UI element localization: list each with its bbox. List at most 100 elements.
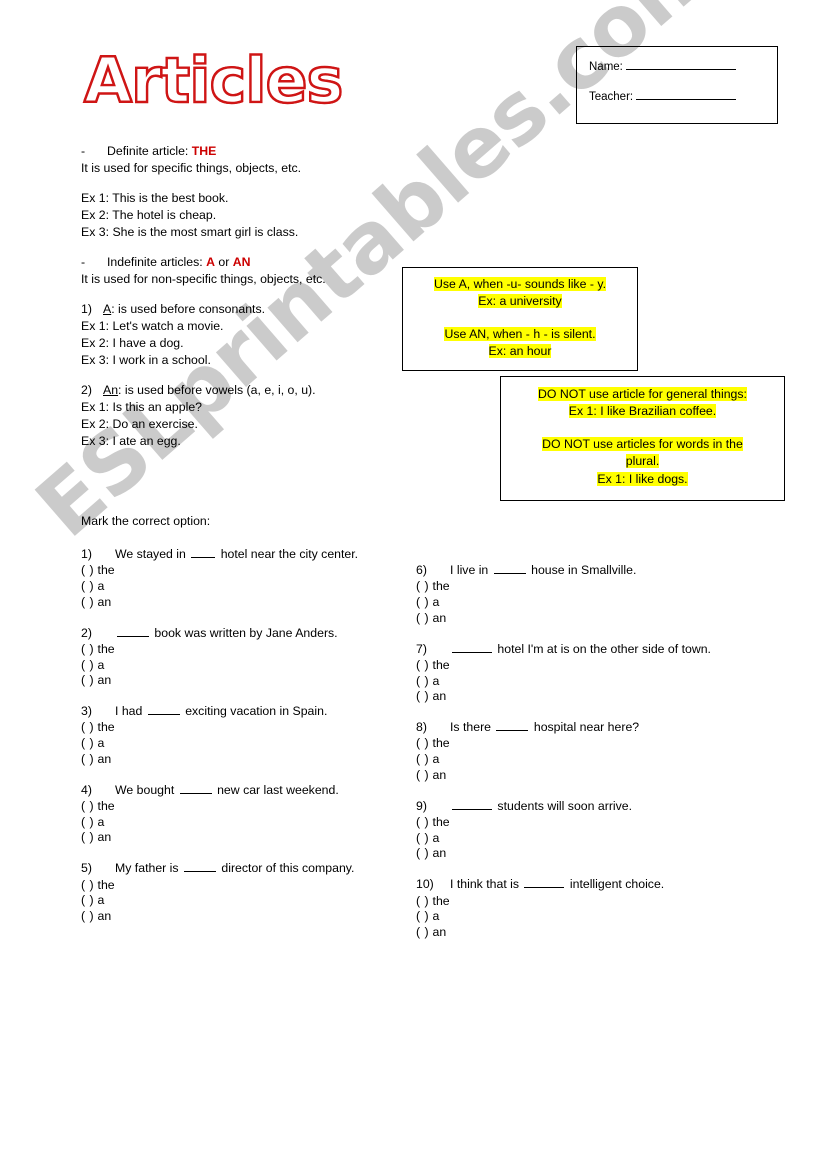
- answer-option[interactable]: ( ) the: [416, 815, 728, 831]
- option-checkbox-parens[interactable]: ( ): [81, 893, 94, 907]
- option-checkbox-parens[interactable]: ( ): [416, 909, 429, 923]
- option-checkbox-parens[interactable]: ( ): [416, 658, 429, 672]
- answer-option[interactable]: ( ) the: [81, 642, 393, 658]
- answer-option[interactable]: ( ) a: [416, 831, 728, 847]
- answer-option[interactable]: ( ) a: [81, 579, 393, 595]
- question-text-after-blank: book was written by Jane Anders.: [151, 625, 338, 640]
- option-checkbox-parens[interactable]: ( ): [81, 673, 94, 687]
- answer-option[interactable]: ( ) the: [416, 894, 728, 910]
- option-checkbox-parens[interactable]: ( ): [81, 909, 94, 923]
- question-item: 5) My father is director of this company.…: [81, 860, 393, 925]
- answer-option[interactable]: ( ) an: [81, 673, 393, 689]
- option-checkbox-parens[interactable]: ( ): [416, 595, 429, 609]
- answer-option[interactable]: ( ) a: [81, 736, 393, 752]
- answer-option[interactable]: ( ) a: [416, 595, 728, 611]
- option-checkbox-parens[interactable]: ( ): [416, 768, 429, 782]
- answer-option[interactable]: ( ) the: [416, 579, 728, 595]
- answer-option[interactable]: ( ) a: [416, 752, 728, 768]
- rule-1-example-1: Ex 1: Let's watch a movie.: [81, 318, 224, 333]
- answer-option[interactable]: ( ) an: [81, 752, 393, 768]
- option-checkbox-parens[interactable]: ( ): [416, 831, 429, 845]
- question-number: 3): [81, 704, 92, 719]
- answer-blank[interactable]: [452, 799, 492, 810]
- answer-option[interactable]: ( ) the: [81, 563, 393, 579]
- rule-2-example-1: Ex 1: Is this an apple?: [81, 399, 202, 414]
- question-text-after-blank: students will soon arrive.: [494, 798, 633, 813]
- answer-option[interactable]: ( ) a: [416, 674, 728, 690]
- answer-blank[interactable]: [524, 877, 565, 889]
- option-checkbox-parens[interactable]: ( ): [416, 674, 429, 688]
- answer-option[interactable]: ( ) the: [81, 878, 393, 894]
- option-checkbox-parens[interactable]: ( ): [416, 689, 429, 703]
- definite-heading-prefix: Definite article:: [107, 144, 192, 158]
- option-checkbox-parens[interactable]: ( ): [81, 736, 94, 750]
- answer-option[interactable]: ( ) a: [81, 815, 393, 831]
- rule-1-example-2: Ex 2: I have a dog.: [81, 335, 184, 350]
- option-label: a: [94, 736, 105, 751]
- option-label: an: [429, 846, 447, 861]
- answer-option[interactable]: ( ) an: [81, 595, 393, 611]
- answer-blank[interactable]: [179, 783, 212, 794]
- option-label: the: [429, 736, 450, 751]
- option-checkbox-parens[interactable]: ( ): [81, 752, 94, 766]
- option-label: a: [429, 909, 440, 924]
- question-stem: 9) students will soon arrive.: [416, 798, 728, 814]
- answer-option[interactable]: ( ) an: [416, 768, 728, 784]
- option-checkbox-parens[interactable]: ( ): [416, 736, 429, 750]
- answer-blank[interactable]: [117, 626, 149, 637]
- answer-blank[interactable]: [493, 563, 526, 574]
- option-checkbox-parens[interactable]: ( ): [81, 878, 94, 892]
- question-text-before-blank: My father is: [115, 861, 182, 876]
- teacher-input-blank[interactable]: [636, 89, 737, 100]
- answer-blank[interactable]: [452, 642, 492, 653]
- tip2-line-4-text: plural.: [625, 454, 660, 469]
- answer-blank[interactable]: [183, 861, 216, 873]
- option-checkbox-parens[interactable]: ( ): [81, 579, 94, 593]
- answer-option[interactable]: ( ) the: [81, 720, 393, 736]
- answer-option[interactable]: ( ) an: [416, 689, 728, 705]
- option-checkbox-parens[interactable]: ( ): [81, 642, 94, 656]
- option-checkbox-parens[interactable]: ( ): [416, 579, 429, 593]
- student-info-box: Name: Teacher:: [576, 46, 778, 124]
- option-label: the: [429, 579, 450, 594]
- tip2-line-2: Ex 1: I like Brazilian coffee.: [501, 403, 784, 420]
- question-number: 5): [81, 861, 92, 876]
- answer-option[interactable]: ( ) the: [81, 799, 393, 815]
- answer-option[interactable]: ( ) an: [81, 909, 393, 925]
- option-checkbox-parens[interactable]: ( ): [81, 720, 94, 734]
- tip1-line-3: Use AN, when - h - is silent.: [403, 326, 637, 343]
- option-checkbox-parens[interactable]: ( ): [81, 563, 94, 577]
- option-checkbox-parens[interactable]: ( ): [416, 925, 429, 939]
- answer-option[interactable]: ( ) an: [416, 925, 728, 941]
- option-checkbox-parens[interactable]: ( ): [416, 815, 429, 829]
- option-checkbox-parens[interactable]: ( ): [416, 611, 429, 625]
- tip2-line-5-text: Ex 1: I like dogs.: [597, 471, 688, 486]
- answer-option[interactable]: ( ) an: [81, 830, 393, 846]
- answer-blank[interactable]: [147, 704, 180, 716]
- option-label: a: [429, 830, 440, 845]
- tip1-line-4: Ex: an hour: [403, 343, 637, 360]
- answer-option[interactable]: ( ) the: [416, 658, 728, 674]
- option-checkbox-parens[interactable]: ( ): [81, 595, 94, 609]
- question-number: 10): [416, 877, 434, 892]
- option-checkbox-parens[interactable]: ( ): [81, 815, 94, 829]
- name-input-blank[interactable]: [626, 59, 737, 70]
- option-checkbox-parens[interactable]: ( ): [416, 752, 429, 766]
- option-checkbox-parens[interactable]: ( ): [81, 799, 94, 813]
- indefinite-heading-prefix: Indefinite articles:: [107, 254, 207, 269]
- option-checkbox-parens[interactable]: ( ): [416, 894, 429, 908]
- answer-option[interactable]: ( ) the: [416, 736, 728, 752]
- answer-option[interactable]: ( ) a: [81, 893, 393, 909]
- option-checkbox-parens[interactable]: ( ): [416, 846, 429, 860]
- answer-option[interactable]: ( ) a: [416, 909, 728, 925]
- answer-option[interactable]: ( ) an: [416, 611, 728, 627]
- answer-blank[interactable]: [191, 547, 216, 558]
- rule-1-text: : is used before consonants.: [111, 301, 266, 316]
- option-checkbox-parens[interactable]: ( ): [81, 830, 94, 844]
- answer-blank[interactable]: [496, 720, 529, 732]
- option-checkbox-parens[interactable]: ( ): [81, 658, 94, 672]
- answer-option[interactable]: ( ) an: [416, 846, 728, 862]
- option-label: the: [429, 814, 450, 829]
- question-stem: 1) We stayed in hotel near the city cente…: [81, 546, 393, 562]
- answer-option[interactable]: ( ) a: [81, 658, 393, 674]
